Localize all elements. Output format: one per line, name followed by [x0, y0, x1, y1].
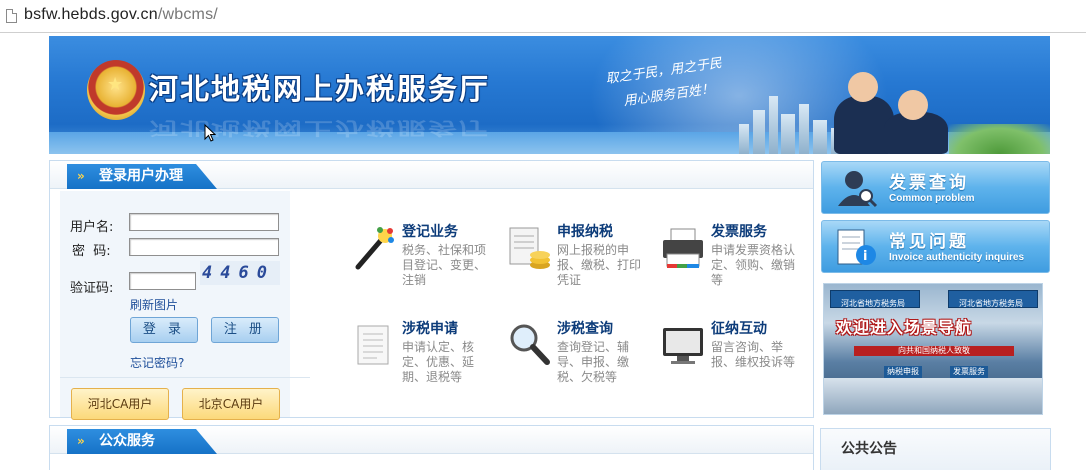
service-desc: 申请认定、核定、优惠、延期、退税等 — [402, 340, 475, 384]
service-title: 发票服务 — [711, 224, 767, 240]
printer-icon — [663, 228, 703, 268]
address-bar[interactable]: bsfw.hebds.gov.cn/wbcms/ — [0, 0, 1086, 33]
login-panel: » 登录用户办理 用户名: 密 码: 验证码: 4460 刷新图片 登 录 注 … — [49, 160, 814, 420]
public-service-header: » 公众服务 — [50, 426, 813, 454]
service-title: 征纳互动 — [711, 321, 767, 337]
service-tax-filing[interactable]: 申报纳税 网上报税的申报、缴税、打印凭证 — [507, 221, 647, 301]
login-section-title: » 登录用户办理 — [67, 164, 217, 189]
invoice-query-sublabel: Common problem — [889, 193, 975, 204]
site-banner: 河北地税网上办税服务厅 河北地税网上办税服务厅 取之于民，用之于民 用心服务百姓… — [49, 36, 1050, 154]
user-search-icon — [838, 171, 878, 208]
site-title: 河北地税网上办税服务厅 — [149, 72, 491, 106]
document-icon — [357, 325, 389, 365]
public-service-panel: » 公众服务 — [49, 425, 814, 470]
tax-form-coins-icon — [509, 227, 550, 269]
monitor-icon — [663, 328, 703, 364]
invoice-query-button[interactable]: 发票查询 Common problem — [821, 161, 1050, 214]
scene-board-right: 河北省地方税务局 — [948, 290, 1038, 308]
service-registration[interactable]: 登记业务 税务、社保和项目登记、变更、注销 — [352, 221, 492, 301]
public-service-title: » 公众服务 — [67, 429, 217, 454]
service-query[interactable]: 涉税查询 查询登记、辅导、申报、缴税、欠税等 — [507, 318, 647, 398]
double-chevron-icon: » — [77, 169, 85, 183]
tax-emblem-icon — [87, 60, 145, 120]
scene-sign: 纳税申报 — [884, 366, 922, 378]
login-panel-header: » 登录用户办理 — [50, 161, 813, 189]
scene-board-left: 河北省地方税务局 — [830, 290, 920, 308]
beijing-ca-button[interactable]: 北京CA用户 — [182, 388, 280, 420]
service-interaction[interactable]: 征纳互动 留言咨询、举报、维权投诉等 — [661, 318, 801, 398]
service-desc: 申请发票资格认定、领购、缴销等 — [711, 243, 796, 287]
captcha-label: 验证码: — [70, 281, 114, 296]
service-desc: 网上报税的申报、缴税、打印凭证 — [557, 243, 642, 287]
login-button[interactable]: 登 录 — [130, 317, 198, 343]
staff-illustration — [824, 66, 954, 154]
password-input[interactable] — [129, 238, 279, 256]
refresh-captcha-link[interactable]: 刷新图片 — [130, 296, 178, 313]
register-button[interactable]: 注 册 — [211, 317, 279, 343]
scene-navigation-banner[interactable]: 河北省地方税务局 河北省地方税务局 欢迎进入场景导航 向共和国纳税人致敬 纳税申… — [823, 283, 1043, 415]
faq-label: 常见问题 — [889, 232, 969, 252]
service-invoice[interactable]: 发票服务 申请发票资格认定、领购、缴销等 — [661, 221, 801, 301]
service-desc: 税务、社保和项目登记、变更、注销 — [402, 243, 487, 287]
service-application[interactable]: 涉税申请 申请认定、核定、优惠、延期、退税等 — [352, 318, 492, 398]
service-title: 登记业务 — [402, 224, 458, 240]
login-form: 用户名: 密 码: 验证码: 4460 刷新图片 登 录 注 册 忘记密码? 河… — [60, 191, 310, 420]
forgot-password-link[interactable]: 忘记密码? — [130, 354, 184, 371]
service-title: 涉税申请 — [402, 321, 458, 337]
scene-service-counter — [824, 378, 1042, 414]
url-text[interactable]: bsfw.hebds.gov.cn/wbcms/ — [24, 6, 218, 24]
svg-text:i: i — [863, 249, 867, 264]
info-document-icon: i — [837, 229, 876, 265]
scene-welcome-text: 欢迎进入场景导航 — [836, 318, 973, 337]
invoice-query-label: 发票查询 — [889, 173, 969, 193]
double-chevron-icon: » — [77, 434, 85, 448]
scene-sign: 发票服务 — [950, 366, 988, 378]
username-input[interactable] — [129, 213, 279, 231]
public-notice-panel: 公共公告 — [820, 428, 1051, 470]
service-title: 涉税查询 — [557, 321, 613, 337]
magic-wand-icon — [355, 227, 394, 270]
faq-sublabel: Invoice authenticity inquires — [889, 252, 1025, 263]
service-title: 申报纳税 — [557, 224, 613, 240]
hebei-ca-button[interactable]: 河北CA用户 — [71, 388, 169, 420]
password-label: 密 码: — [72, 244, 111, 259]
page-icon — [6, 9, 17, 23]
site-title-reflection: 河北地税网上办税服务厅 — [149, 117, 491, 138]
greenery-illustration — [949, 124, 1050, 154]
magnifier-icon — [510, 324, 550, 365]
service-desc: 留言咨询、举报、维权投诉等 — [711, 340, 796, 369]
captcha-input[interactable] — [129, 272, 196, 290]
service-desc: 查询登记、辅导、申报、缴税、欠税等 — [557, 340, 630, 384]
captcha-image[interactable]: 4460 — [200, 261, 280, 285]
public-notice-title: 公共公告 — [841, 441, 897, 457]
faq-button[interactable]: i 常见问题 Invoice authenticity inquires — [821, 220, 1050, 273]
username-label: 用户名: — [70, 220, 114, 235]
divider — [60, 377, 310, 378]
scene-slogan-strip: 向共和国纳税人致敬 — [854, 346, 1014, 356]
